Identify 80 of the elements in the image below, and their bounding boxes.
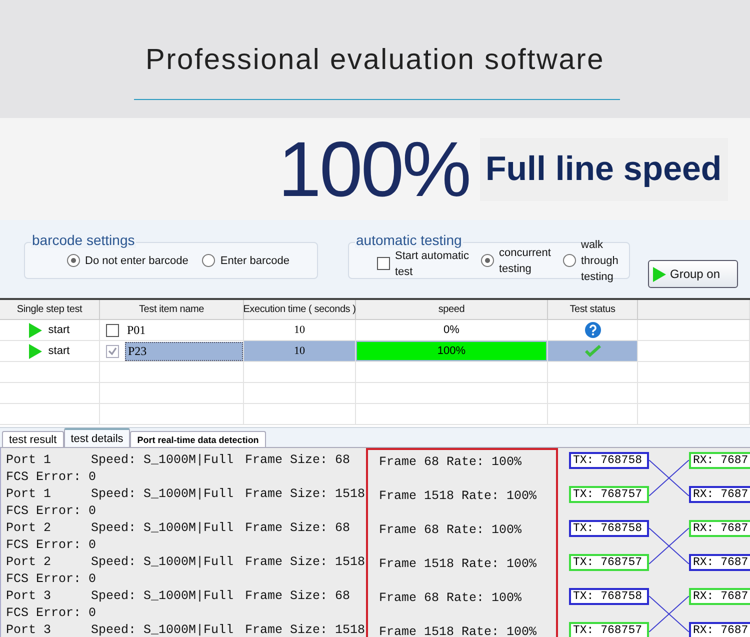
table-cell: 100% xyxy=(437,345,466,357)
rate-text: Frame 1518 Rate: 100% xyxy=(379,557,537,571)
fcs-error-text: FCS Error: 0 xyxy=(6,571,98,588)
tab[interactable]: Port real-time data detection xyxy=(130,431,266,447)
column-header: Test status xyxy=(548,300,638,319)
frame-size-text: Frame Size: 1518 xyxy=(245,622,366,637)
rx-counter: RX: 7687 xyxy=(689,622,750,637)
checkbox-label[interactable]: Start automatic test xyxy=(395,248,473,280)
rx-counter: RX: 7687 xyxy=(689,520,750,537)
radio-label[interactable]: walk through testing xyxy=(581,236,627,284)
radio-button[interactable] xyxy=(563,254,576,267)
speed-text: Speed: S_1000M|Full xyxy=(91,554,235,571)
port-label: Port 1 xyxy=(6,486,52,503)
tx-counter: TX: 768757 xyxy=(569,486,649,503)
fcs-error-text: FCS Error: 0 xyxy=(6,503,98,520)
start-label[interactable]: start xyxy=(48,324,70,336)
rate-text: Frame 68 Rate: 100% xyxy=(379,455,522,469)
radio-button[interactable] xyxy=(67,254,80,267)
column-header: Execution time ( seconds ) xyxy=(244,300,356,319)
fcs-error-text: FCS Error: 0 xyxy=(6,469,98,486)
port-label: Port 3 xyxy=(6,588,52,605)
rate-text: Frame 1518 Rate: 100% xyxy=(379,625,537,637)
column-header: speed xyxy=(356,300,548,319)
tx-counter: TX: 768757 xyxy=(569,554,649,571)
crossover-lines-drawing xyxy=(649,460,689,496)
table-cell: P23 xyxy=(125,342,243,360)
rate-text: Frame 68 Rate: 100% xyxy=(379,591,522,605)
group-title: automatic testing xyxy=(355,232,463,248)
tx-counter: TX: 768758 xyxy=(569,520,649,537)
speed-text: Speed: S_1000M|Full xyxy=(91,486,235,503)
fcs-error-text: FCS Error: 0 xyxy=(6,537,98,554)
start-label[interactable]: start xyxy=(48,345,70,357)
frame-size-text: Frame Size: 68 xyxy=(245,520,352,537)
group-title: barcode settings xyxy=(31,232,136,248)
rx-counter: RX: 7687 xyxy=(689,452,750,469)
fcs-error-text: FCS Error: 0 xyxy=(6,605,98,622)
speed-figure: 100% xyxy=(278,130,470,208)
frame-size-text: Frame Size: 1518 xyxy=(245,486,366,503)
radio-label[interactable]: concurrent testing xyxy=(499,244,555,276)
speed-caption: Full line speed xyxy=(480,138,728,200)
table-cell: 10 xyxy=(294,345,305,357)
rate-text: Frame 68 Rate: 100% xyxy=(379,523,522,537)
speed-text: Speed: S_1000M|Full xyxy=(91,622,235,637)
group-on-button[interactable]: Group on xyxy=(648,260,738,288)
page-title: Professional evaluation software xyxy=(145,44,605,77)
tab[interactable]: test details xyxy=(64,428,130,447)
column-header: Test item name xyxy=(100,300,244,319)
table-cell-text: P01 xyxy=(126,322,147,338)
crossover-lines-drawing xyxy=(649,596,689,632)
speed-text: Speed: S_1000M|Full xyxy=(91,452,235,469)
tx-counter: TX: 768758 xyxy=(569,588,649,605)
port-label: Port 2 xyxy=(6,554,52,571)
table-cell: 10 xyxy=(294,324,305,336)
table-cell: 0% xyxy=(444,324,460,336)
play-icon xyxy=(653,266,666,282)
tx-counter: TX: 768757 xyxy=(569,622,649,637)
checkbox[interactable] xyxy=(106,324,119,336)
frame-size-text: Frame Size: 68 xyxy=(245,588,352,605)
port-label: Port 1 xyxy=(6,452,52,469)
crossover-lines-drawing xyxy=(649,528,689,564)
speed-text: Speed: S_1000M|Full xyxy=(91,520,235,537)
rx-counter: RX: 7687 xyxy=(689,588,750,605)
port-label: Port 3 xyxy=(6,622,52,637)
tab[interactable]: test result xyxy=(2,431,64,447)
table-row[interactable]: start P23 10 100% xyxy=(0,341,750,362)
checkbox[interactable] xyxy=(377,257,390,270)
radio-button[interactable] xyxy=(481,254,494,267)
checkbox[interactable] xyxy=(106,344,119,358)
speed-text: Speed: S_1000M|Full xyxy=(91,588,235,605)
rx-counter: RX: 7687 xyxy=(689,486,750,503)
radio-button[interactable] xyxy=(202,254,216,267)
radio-label[interactable]: Do not enter barcode xyxy=(85,252,188,268)
frame-size-text: Frame Size: 68 xyxy=(245,452,352,469)
rate-text: Frame 1518 Rate: 100% xyxy=(379,489,537,503)
frame-size-text: Frame Size: 1518 xyxy=(245,554,366,571)
column-header: Single step test xyxy=(0,300,100,319)
tx-counter: TX: 768758 xyxy=(569,452,649,469)
radio-label[interactable]: Enter barcode xyxy=(220,252,290,268)
rx-counter: RX: 7687 xyxy=(689,554,750,571)
port-label: Port 2 xyxy=(6,520,52,537)
